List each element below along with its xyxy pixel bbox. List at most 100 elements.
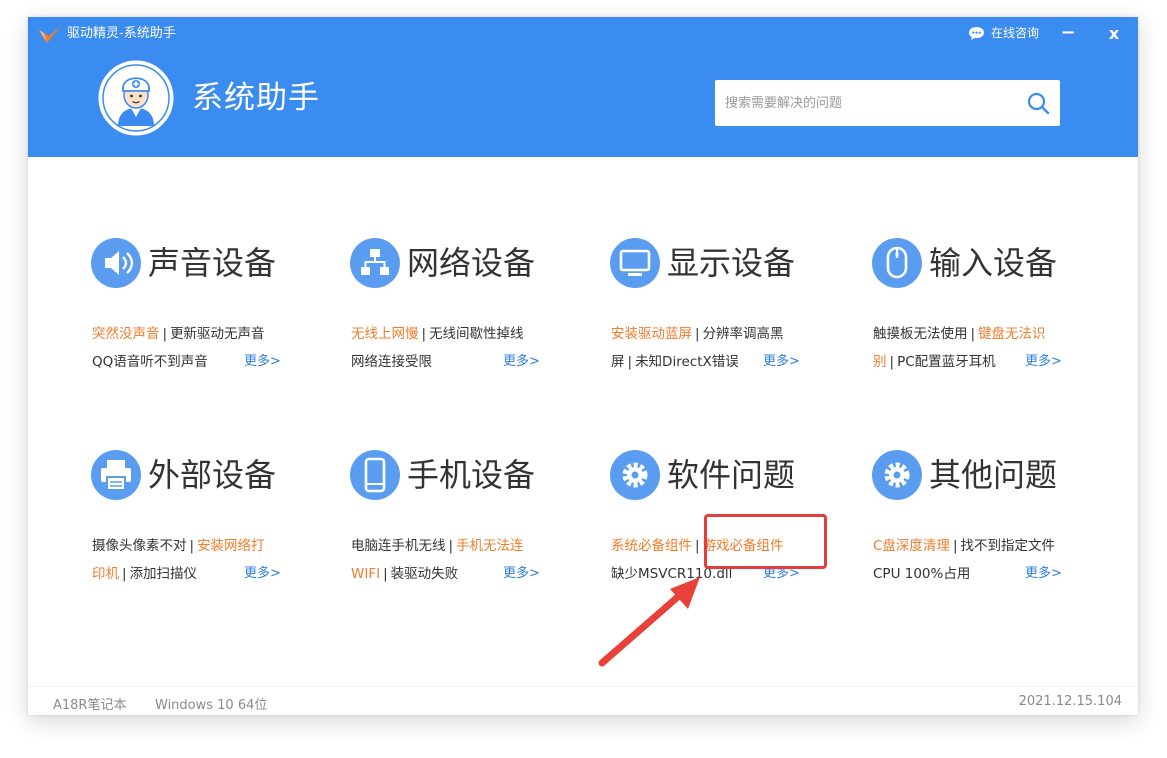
problem-links-line1: 触摸板无法使用 | 键盘无法识 [873, 325, 1046, 343]
link-separator: | [383, 566, 388, 582]
speaker-icon [91, 238, 141, 288]
network-icon [350, 238, 400, 288]
problem-links-line1: 安装驱动蓝屏 | 分辨率调高黑 [611, 325, 784, 343]
category-card-network: 网络设备 无线上网慢 | 无线间歇性掉线 网络连接受限 更多> [349, 237, 579, 387]
window-title: 驱动精灵-系统助手 [67, 26, 176, 41]
problem-link[interactable]: 屏 [611, 354, 625, 370]
link-separator: | [448, 538, 454, 554]
link-separator: | [889, 354, 895, 370]
problem-link[interactable]: 电脑连手机无线 [351, 538, 446, 554]
app-logo-icon [39, 26, 61, 43]
annotation-arrow-icon [598, 577, 700, 667]
problem-link[interactable]: 安装驱动蓝屏 [611, 326, 692, 342]
link-separator: | [952, 538, 958, 554]
problem-link[interactable]: 系统必备组件 [611, 538, 692, 554]
more-link[interactable]: 更多> [244, 353, 281, 371]
category-title[interactable]: 手机设备 [407, 453, 535, 497]
link-separator: | [122, 566, 127, 582]
problem-link[interactable]: 安装网络打 [197, 538, 265, 554]
problem-links-line1: 摄像头像素不对 | 安装网络打 [92, 537, 265, 555]
phone-icon [350, 450, 400, 500]
device-model: A18R笔记本 [53, 698, 127, 713]
close-button[interactable]: x [1102, 23, 1126, 45]
problem-link[interactable]: 键盘无法识 [978, 326, 1046, 342]
status-bar: A18R笔记本 Windows 10 64位 2021.12.15.104 [28, 686, 1138, 715]
highlight-box [704, 514, 827, 569]
os-version: Windows 10 64位 [155, 698, 268, 713]
minimize-button[interactable]: − [1056, 23, 1080, 45]
link-separator: | [695, 326, 700, 342]
problem-links-line2: 屏 | 未知DirectX错误 [611, 353, 739, 371]
problem-link[interactable]: C盘深度清理 [873, 538, 950, 554]
search-input[interactable] [715, 80, 1015, 126]
problem-link[interactable]: 手机无法连 [456, 538, 524, 554]
problem-links-line1: 电脑连手机无线 | 手机无法连 [351, 537, 524, 555]
problem-link[interactable]: 印机 [92, 566, 119, 582]
problem-links-line2: 别 | PC配置蓝牙耳机 [873, 353, 996, 371]
problem-link[interactable]: 添加扫描仪 [130, 566, 198, 582]
search-icon[interactable] [1026, 91, 1050, 115]
problem-link[interactable]: QQ语音听不到声音 [92, 354, 208, 370]
category-card-phone: 手机设备 电脑连手机无线 | 手机无法连 WIFI | 装驱动失败 更多> [349, 449, 579, 599]
problem-link[interactable]: 找不到指定文件 [961, 538, 1056, 554]
category-card-display: 显示设备 安装驱动蓝屏 | 分辨率调高黑屏 | 未知DirectX错误 更多> [609, 237, 839, 387]
problem-link[interactable]: 无线上网慢 [351, 326, 419, 342]
problem-link[interactable]: 无线间歇性掉线 [429, 326, 524, 342]
category-card-sound: 声音设备突然没声音 | 更新驱动无声音 QQ语音听不到声音 更多> [90, 237, 320, 387]
category-title[interactable]: 网络设备 [407, 241, 535, 285]
category-title[interactable]: 外部设备 [148, 453, 276, 497]
link-separator: | [970, 326, 976, 342]
header-bar: 驱动精灵-系统助手 在线咨询 − x 系统助手 [28, 17, 1138, 157]
problem-links-line2: QQ语音听不到声音 [92, 353, 208, 371]
category-card-other: 其他问题 C盘深度清理 | 找不到指定文件 CPU 100%占用 更多> [871, 449, 1101, 599]
problem-links-line2: 印机 | 添加扫描仪 [92, 565, 197, 583]
category-card-input: 输入设备 触摸板无法使用 | 键盘无法识别 | PC配置蓝牙耳机 更多> [871, 237, 1101, 387]
problem-link[interactable]: 触摸板无法使用 [873, 326, 968, 342]
problem-link[interactable]: 别 [873, 354, 887, 370]
link-separator: | [421, 326, 427, 342]
more-link[interactable]: 更多> [763, 353, 800, 371]
problem-link[interactable]: 摄像头像素不对 [92, 538, 187, 554]
monitor-icon [610, 238, 660, 288]
problem-link[interactable]: 网络连接受限 [351, 354, 432, 370]
app-window: 驱动精灵-系统助手 在线咨询 − x 系统助手 搜索需要解决的问题 声音设备 突… [28, 17, 1138, 715]
problem-link[interactable]: PC配置蓝牙耳机 [897, 354, 996, 370]
problem-link[interactable]: 装驱动失败 [391, 566, 459, 582]
problem-links-line1: 无线上网慢 | 无线间歇性掉线 [351, 325, 524, 343]
app-version: 2021.12.15.104 [1018, 694, 1122, 709]
online-consult-button[interactable]: 在线咨询 [968, 25, 1039, 41]
category-title[interactable]: 声音设备 [148, 241, 276, 285]
mouse-icon [872, 238, 922, 288]
problem-link[interactable]: WIFI [351, 566, 380, 582]
problem-link[interactable]: 未知DirectX错误 [635, 354, 739, 370]
category-title[interactable]: 其他问题 [929, 453, 1057, 497]
app-name-title: 系统助手 [192, 80, 320, 116]
more-link[interactable]: 更多> [503, 565, 540, 583]
category-card-external: 外部设备 摄像头像素不对 | 安装网络打 印机 | 添加扫描仪 更多> [90, 449, 320, 599]
online-consult-label: 在线咨询 [991, 26, 1040, 40]
link-separator: | [162, 326, 168, 342]
more-link[interactable]: 更多> [503, 353, 540, 371]
problem-links-line2: CPU 100%占用 [873, 565, 970, 583]
category-title[interactable]: 软件问题 [667, 453, 795, 497]
category-title[interactable]: 输入设备 [929, 241, 1057, 285]
problem-link[interactable]: CPU 100%占用 [873, 566, 970, 582]
category-title[interactable]: 显示设备 [667, 241, 795, 285]
chat-bubble-icon [969, 26, 984, 40]
problem-links-line2: 网络连接受限 [351, 353, 432, 371]
more-link[interactable]: 更多> [244, 565, 281, 583]
more-link[interactable]: 更多> [1025, 565, 1062, 583]
doctor-avatar-icon [98, 60, 174, 136]
problem-links-line2: WIFI | 装驱动失败 [351, 565, 458, 583]
problem-link[interactable]: 更新驱动无声音 [170, 326, 265, 342]
gear-icon [872, 450, 922, 500]
link-separator: | [189, 538, 195, 554]
more-link[interactable]: 更多> [1025, 353, 1062, 371]
gear-icon [610, 450, 660, 500]
link-separator: | [695, 538, 700, 554]
printer-icon [91, 450, 141, 500]
link-separator: | [627, 354, 633, 370]
problem-link[interactable]: 突然没声音 [92, 326, 160, 342]
problem-link[interactable]: 分辨率调高黑 [703, 326, 784, 342]
problem-links-line1: C盘深度清理 | 找不到指定文件 [873, 537, 1055, 555]
